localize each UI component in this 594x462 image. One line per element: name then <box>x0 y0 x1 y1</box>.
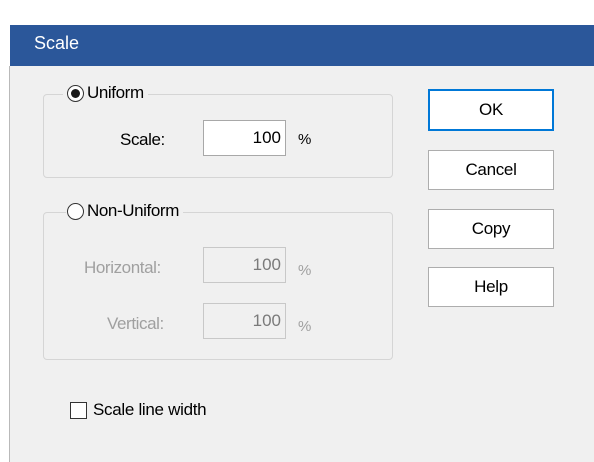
copy-button[interactable]: Copy <box>428 209 554 249</box>
horizontal-label: Horizontal: <box>84 258 161 277</box>
vertical-label: Vertical: <box>107 314 164 333</box>
scale-dialog: Scale Uniform Scale: 100 % Non-Uniform H… <box>0 0 594 462</box>
dialog-title: Scale <box>34 33 80 53</box>
help-button[interactable]: Help <box>428 267 554 307</box>
non-uniform-radio-option[interactable]: Non-Uniform <box>66 201 183 221</box>
scale-label: Scale: <box>120 130 165 149</box>
scale-line-width-option[interactable]: Scale line width <box>70 400 207 420</box>
non-uniform-radio-label: Non-Uniform <box>87 201 179 220</box>
cancel-button[interactable]: Cancel <box>428 150 554 190</box>
title-bar: Scale <box>0 0 594 66</box>
vertical-unit: % <box>298 318 312 335</box>
uniform-radio-option[interactable]: Uniform <box>63 83 148 103</box>
uniform-radio-button[interactable] <box>67 84 84 102</box>
scale-unit: % <box>298 131 312 148</box>
scale-line-width-checkbox[interactable] <box>70 401 87 419</box>
non-uniform-radio-button[interactable] <box>67 202 84 220</box>
scale-input[interactable]: 100 <box>203 120 286 156</box>
horizontal-unit: % <box>298 262 312 279</box>
scale-line-width-label: Scale line width <box>93 400 207 419</box>
ok-button[interactable]: OK <box>428 89 554 131</box>
uniform-radio-label: Uniform <box>87 83 144 102</box>
left-border <box>9 66 10 462</box>
title-bar-fill <box>10 25 594 66</box>
vertical-input[interactable]: 100 <box>203 303 286 339</box>
horizontal-input[interactable]: 100 <box>203 247 286 283</box>
